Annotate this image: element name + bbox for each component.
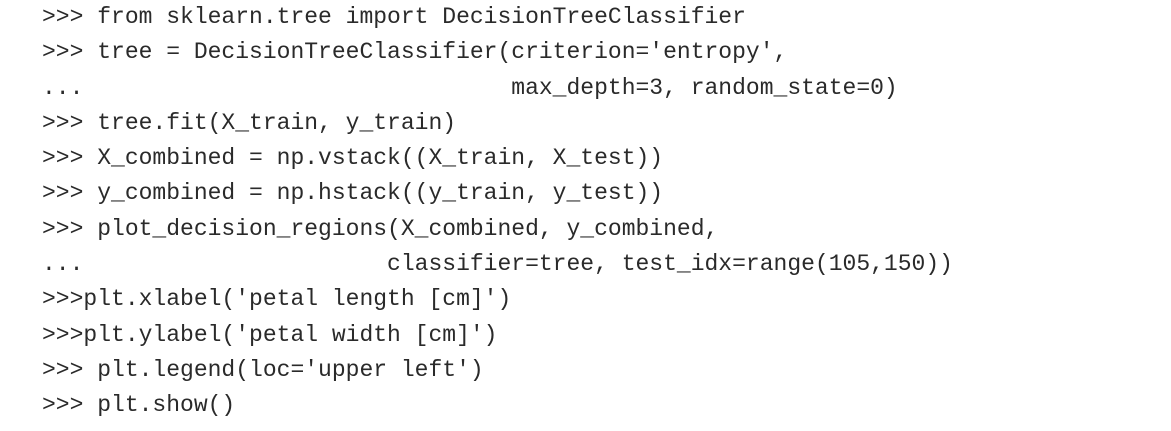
code-line-fit: >>> tree.fit(X_train, y_train) [42,109,457,136]
code-line-x-combined: >>> X_combined = np.vstack((X_train, X_t… [42,145,664,172]
code-line-plot-regions: >>> plot_decision_regions(X_combined, y_… [42,215,719,242]
code-line-show: >>> plt.show() [42,392,236,419]
code-line-y-combined: >>> y_combined = np.hstack((y_train, y_t… [42,180,664,207]
code-line-legend: >>> plt.legend(loc='upper left') [42,356,484,383]
code-line-ylabel: >>>plt.ylabel('petal width [cm]') [42,321,498,348]
code-line-xlabel: >>>plt.xlabel('petal length [cm]') [42,286,512,313]
code-line-import: >>> from sklearn.tree import DecisionTre… [42,4,746,30]
code-line-tree-init: >>> tree = DecisionTreeClassifier(criter… [42,39,788,66]
code-line-tree-init-continued: ... max_depth=3, random_state=0) [42,74,898,101]
code-line-plot-regions-continued: ... classifier=tree, test_idx=range(105,… [42,251,953,278]
code-listing: >>> from sklearn.tree import DecisionTre… [42,0,953,424]
